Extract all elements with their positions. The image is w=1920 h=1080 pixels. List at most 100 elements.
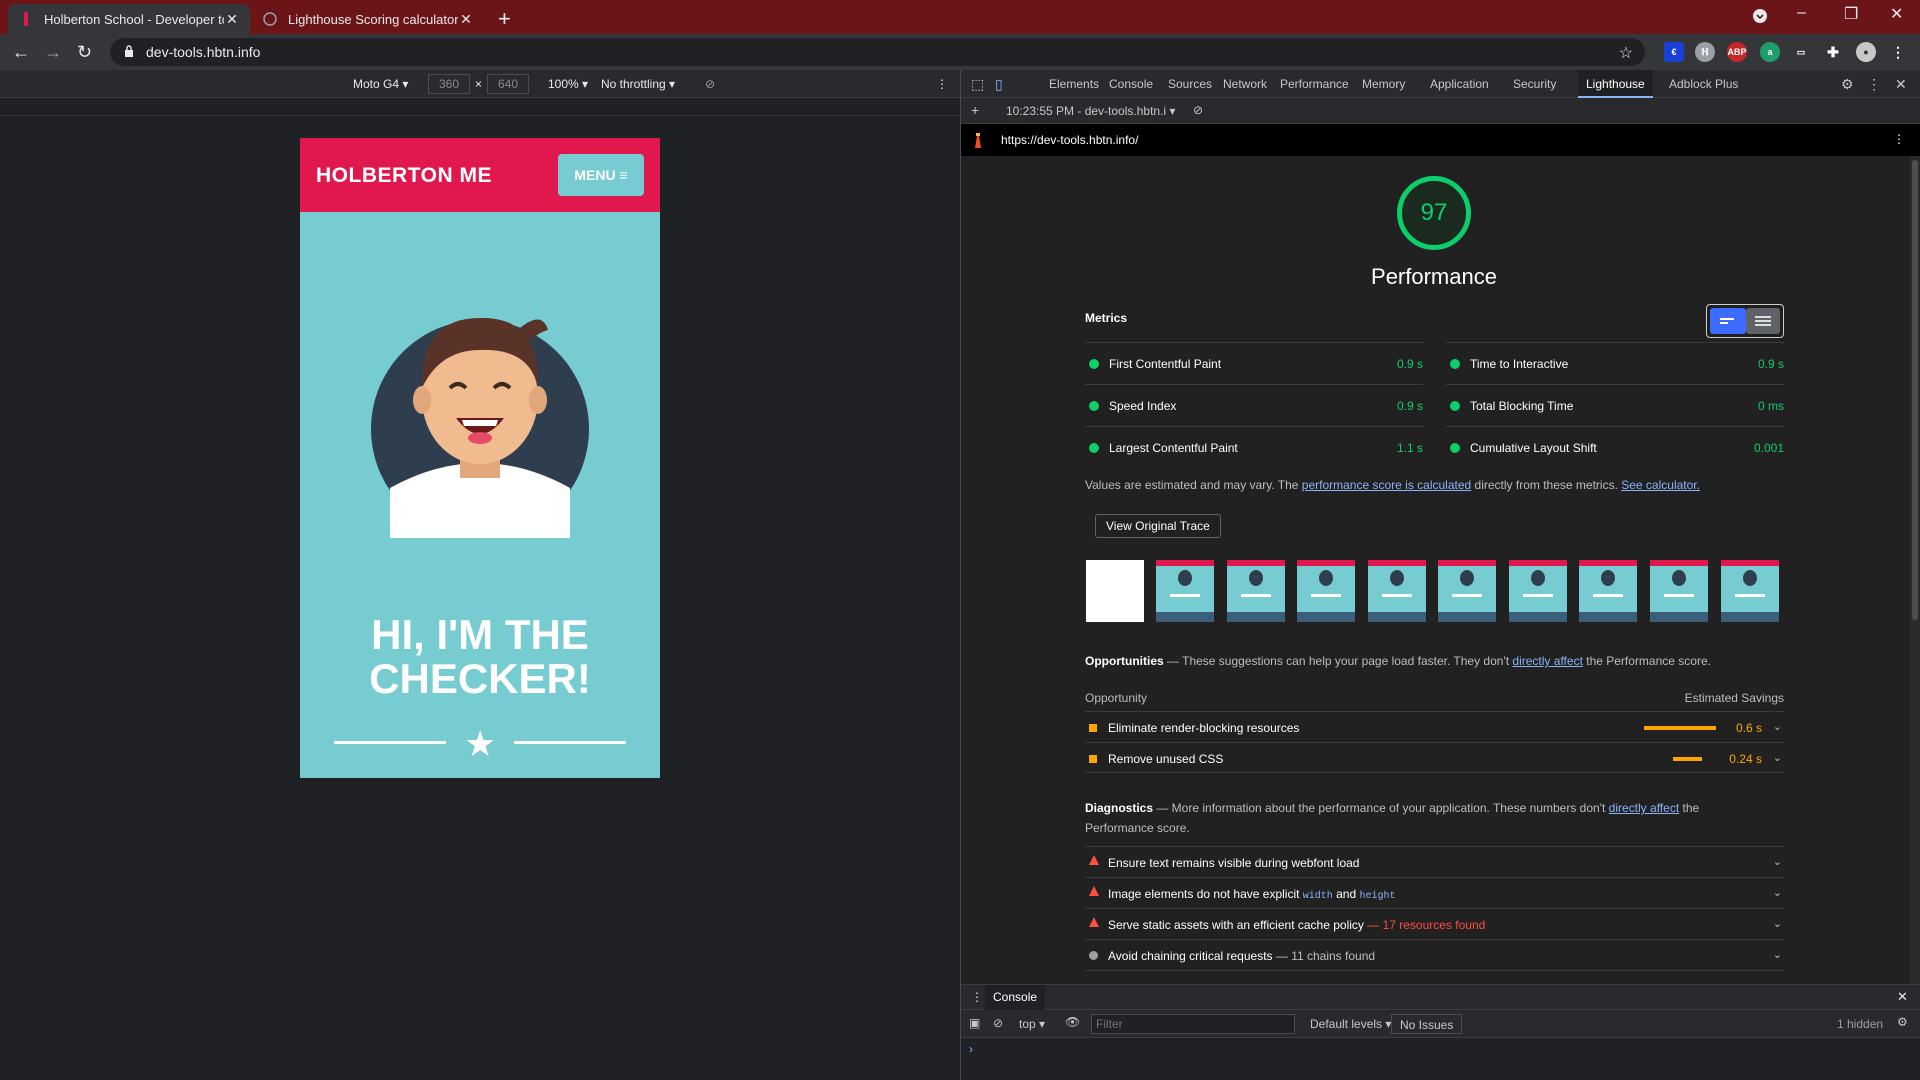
chevron-down-icon[interactable]: ⌄ — [1773, 751, 1782, 764]
console-output[interactable]: › — [961, 1038, 1920, 1080]
diagnostic-row[interactable]: Serve static assets with an efficient ca… — [1085, 908, 1784, 939]
minimize-icon[interactable]: – — [1797, 4, 1806, 22]
sidebar-toggle-icon[interactable]: ▣ — [969, 1016, 980, 1030]
report-url[interactable]: https://dev-tools.hbtn.info/ — [1001, 133, 1138, 147]
close-icon[interactable]: ✕ — [458, 11, 474, 28]
diagnostic-row[interactable]: Ensure text remains visible during webfo… — [1085, 846, 1784, 877]
clear-console-icon[interactable]: ⊘ — [993, 1016, 1003, 1030]
performance-score-gauge[interactable]: 97 — [1397, 176, 1471, 250]
opportunity-row[interactable]: Remove unused CSS 0.24 s ⌄ — [1085, 742, 1784, 773]
diagnostic-row[interactable]: Image elements do not have explicit widt… — [1085, 877, 1784, 908]
throttling-select[interactable]: No throttling ▾ — [601, 77, 675, 91]
zoom-select[interactable]: 100% ▾ — [548, 77, 588, 91]
devtools-close-icon[interactable]: ✕ — [1895, 76, 1907, 93]
diagnostic-row[interactable]: Avoid chaining critical requests — 11 ch… — [1085, 939, 1784, 970]
throttling-value: No throttling — [601, 77, 666, 91]
devtools-more-icon[interactable]: ⋮ — [1867, 76, 1881, 93]
extension-euro-icon[interactable]: € — [1664, 42, 1684, 62]
device-toggle-icon[interactable]: ▯ — [995, 76, 1003, 93]
reload-icon[interactable]: ↻ — [77, 42, 92, 63]
height-input[interactable]: 640 — [487, 74, 529, 94]
rotate-icon[interactable]: ⊘ — [705, 77, 715, 91]
tab-console[interactable]: Console — [1101, 70, 1161, 98]
diagnostic-row-partial[interactable] — [1085, 970, 1784, 984]
back-icon[interactable]: ← — [12, 42, 30, 63]
report-scrollbar[interactable] — [1910, 156, 1920, 984]
tab-sources[interactable]: Sources — [1160, 70, 1220, 98]
metrics-view-toggle[interactable] — [1706, 304, 1784, 338]
context-select[interactable]: top ▾ — [1019, 1017, 1045, 1031]
drawer-close-icon[interactable]: ✕ — [1897, 989, 1908, 1005]
device-select[interactable]: Moto G4 ▾ — [353, 77, 408, 91]
width-input[interactable]: 360 — [428, 74, 470, 94]
score-calculated-link[interactable]: performance score is calculated — [1302, 478, 1471, 492]
tab-network[interactable]: Network — [1215, 70, 1275, 98]
tab-lighthouse-calculator[interactable]: Lighthouse Scoring calculator ✕ — [252, 4, 484, 34]
tab-memory[interactable]: Memory — [1354, 70, 1413, 98]
extensions-puzzle-icon[interactable]: ✚ — [1823, 42, 1843, 62]
new-tab-icon[interactable]: + — [498, 6, 511, 32]
browser-toolbar: ← → ↻ dev-tools.hbtn.info ☆ € ℍ ABP a ▭ … — [0, 34, 1920, 70]
extension-green-icon[interactable]: a — [1760, 42, 1780, 62]
clear-icon[interactable]: ⊘ — [1193, 103, 1203, 117]
site-brand[interactable]: HOLBERTON ME — [316, 164, 492, 188]
directly-affect-link[interactable]: directly affect — [1512, 654, 1582, 668]
scroll-thumb[interactable] — [1912, 160, 1918, 620]
pass-dot-icon — [1089, 401, 1099, 411]
tab-performance[interactable]: Performance — [1272, 70, 1357, 98]
address-bar[interactable]: dev-tools.hbtn.info ☆ — [110, 38, 1645, 66]
restore-icon[interactable]: ❐ — [1844, 4, 1858, 24]
settings-gear-icon[interactable]: ⚙ — [1841, 76, 1854, 93]
drawer-menu-icon[interactable]: ⋮ — [971, 990, 983, 1004]
expanded-view-icon[interactable] — [1746, 308, 1780, 334]
tab-application[interactable]: Application — [1422, 70, 1497, 98]
category-title: Performance — [1371, 264, 1497, 289]
chevron-down-icon[interactable]: ⌄ — [1773, 886, 1782, 899]
close-window-icon[interactable]: ✕ — [1890, 4, 1903, 24]
hero-heading: HI, I'M THE CHECKER! — [300, 613, 660, 701]
bookmark-star-icon[interactable]: ☆ — [1619, 43, 1633, 63]
tab-elements[interactable]: Elements — [1041, 70, 1107, 98]
directly-affect-link[interactable]: directly affect — [1609, 801, 1679, 815]
see-calculator-link[interactable]: See calculator. — [1621, 478, 1700, 492]
opportunity-label: Remove unused CSS — [1108, 752, 1224, 766]
diagnostic-text: Avoid chaining critical requests — [1108, 949, 1273, 963]
tab-adblock-plus[interactable]: Adblock Plus — [1661, 70, 1746, 98]
metric-name: Speed Index — [1109, 399, 1177, 413]
log-levels-select[interactable]: Default levels ▾ — [1310, 1017, 1391, 1031]
tab-search-icon[interactable] — [1752, 8, 1768, 29]
adblock-plus-icon[interactable]: ABP — [1727, 42, 1747, 62]
chrome-menu-icon[interactable]: ⋮ — [1888, 42, 1908, 62]
profile-avatar[interactable]: ● — [1856, 42, 1876, 62]
console-filter-input[interactable] — [1091, 1014, 1295, 1034]
console-settings-icon[interactable]: ⚙ — [1897, 1015, 1908, 1029]
view-trace-button[interactable]: View Original Trace — [1095, 514, 1221, 538]
report-menu-icon[interactable]: ⋮ — [1893, 132, 1905, 146]
dimension-separator: × — [475, 77, 483, 91]
opportunity-row[interactable]: Eliminate render-blocking resources 0.6 … — [1085, 711, 1784, 742]
tab-holberton[interactable]: Holberton School - Developer to ✕ — [8, 4, 250, 34]
drawer-tab-console[interactable]: Console — [985, 985, 1046, 1010]
inspect-icon[interactable]: ⬚ — [971, 76, 984, 93]
chevron-down-icon[interactable]: ⌄ — [1773, 855, 1782, 868]
issues-button[interactable]: No Issues — [1391, 1014, 1463, 1034]
chevron-down-icon[interactable]: ⌄ — [1773, 917, 1782, 930]
tab-title: Holberton School - Developer to — [44, 11, 224, 27]
lock-icon — [124, 44, 134, 60]
tab-lighthouse[interactable]: Lighthouse — [1578, 70, 1653, 98]
report-selector[interactable]: 10:23:55 PM - dev-tools.hbtn.i ▾ — [1006, 104, 1175, 118]
chevron-down-icon[interactable]: ⌄ — [1773, 720, 1782, 733]
live-expression-eye-icon[interactable]: 👁 — [1065, 1015, 1080, 1029]
devtools-tabbar: ⬚ ▯ Elements Console Sources Network Per… — [961, 70, 1920, 98]
chevron-down-icon[interactable]: ⌄ — [1773, 948, 1782, 961]
extension-grey-icon[interactable]: ℍ — [1695, 42, 1715, 62]
cast-icon[interactable]: ▭ — [1791, 42, 1811, 62]
device-more-icon[interactable]: ⋮ — [936, 77, 948, 91]
tab-security[interactable]: Security — [1505, 70, 1564, 98]
close-icon[interactable]: ✕ — [224, 11, 240, 28]
menu-button[interactable]: MENU ≡ — [558, 154, 644, 196]
diagnostic-extra: — 11 chains found — [1272, 949, 1376, 963]
compact-view-icon[interactable] — [1710, 308, 1746, 334]
forward-icon[interactable]: → — [44, 42, 62, 63]
new-report-icon[interactable]: + — [971, 102, 979, 118]
